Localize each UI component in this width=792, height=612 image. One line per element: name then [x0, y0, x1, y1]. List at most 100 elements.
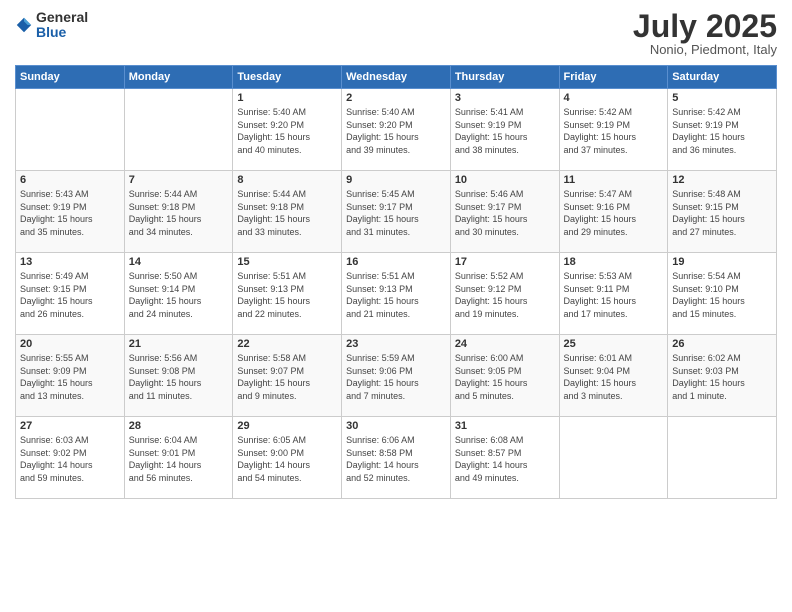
day-info: Sunrise: 6:05 AM Sunset: 9:00 PM Dayligh… — [237, 434, 337, 484]
day-info: Sunrise: 5:45 AM Sunset: 9:17 PM Dayligh… — [346, 188, 446, 238]
week-row-5: 27Sunrise: 6:03 AM Sunset: 9:02 PM Dayli… — [16, 417, 777, 499]
header-row: SundayMondayTuesdayWednesdayThursdayFrid… — [16, 66, 777, 89]
day-info: Sunrise: 6:02 AM Sunset: 9:03 PM Dayligh… — [672, 352, 772, 402]
day-number: 8 — [237, 174, 337, 186]
calendar-table: SundayMondayTuesdayWednesdayThursdayFrid… — [15, 65, 777, 499]
calendar-cell: 18 Sunrise: 5:53 AM Sunset: 9:11 PM Dayli… — [559, 253, 668, 335]
day-number: 2 — [346, 92, 446, 104]
day-number: 3 — [455, 92, 555, 104]
calendar-cell: 14 Sunrise: 5:50 AM Sunset: 9:14 PM Dayli… — [124, 253, 233, 335]
calendar-cell: 29 Sunrise: 6:05 AM Sunset: 9:00 PM Dayli… — [233, 417, 342, 499]
day-number: 13 — [20, 256, 120, 268]
calendar-cell: 10 Sunrise: 5:46 AM Sunset: 9:17 PM Dayli… — [450, 171, 559, 253]
calendar-cell: 3 Sunrise: 5:41 AM Sunset: 9:19 PM Daylig… — [450, 89, 559, 171]
calendar-cell: 15Sunrise: 5:51 AM Sunset: 9:13 PM Dayli… — [233, 253, 342, 335]
day-info: Sunrise: 5:55 AM Sunset: 9:09 PM Dayligh… — [20, 352, 120, 402]
day-number: 11 — [564, 174, 664, 186]
day-number: 5 — [672, 92, 772, 104]
calendar-cell — [124, 89, 233, 171]
week-row-4: 20 Sunrise: 5:55 AM Sunset: 9:09 PM Dayli… — [16, 335, 777, 417]
day-info: Sunrise: 6:00 AM Sunset: 9:05 PM Dayligh… — [455, 352, 555, 402]
calendar-cell: 31 Sunrise: 6:08 AM Sunset: 8:57 PM Dayli… — [450, 417, 559, 499]
day-number: 4 — [564, 92, 664, 104]
logo-icon — [15, 16, 33, 34]
day-info: Sunrise: 5:46 AM Sunset: 9:17 PM Dayligh… — [455, 188, 555, 238]
day-info: Sunrise: 5:49 AM Sunset: 9:15 PM Dayligh… — [20, 270, 120, 320]
day-number: 20 — [20, 338, 120, 350]
day-number: 26 — [672, 338, 772, 350]
calendar-cell: 19 Sunrise: 5:54 AM Sunset: 9:10 PM Dayli… — [668, 253, 777, 335]
day-number: 28 — [129, 420, 229, 432]
day-info: Sunrise: 5:44 AM Sunset: 9:18 PM Dayligh… — [237, 188, 337, 238]
day-number: 25 — [564, 338, 664, 350]
logo-blue: Blue — [36, 25, 88, 40]
day-info: Sunrise: 6:06 AM Sunset: 8:58 PM Dayligh… — [346, 434, 446, 484]
day-header-wednesday: Wednesday — [342, 66, 451, 89]
day-info: Sunrise: 6:08 AM Sunset: 8:57 PM Dayligh… — [455, 434, 555, 484]
day-number: 1 — [237, 92, 337, 104]
day-number: 10 — [455, 174, 555, 186]
day-number: 29 — [237, 420, 337, 432]
day-number: 14 — [129, 256, 229, 268]
day-info: Sunrise: 5:56 AM Sunset: 9:08 PM Dayligh… — [129, 352, 229, 402]
day-header-monday: Monday — [124, 66, 233, 89]
logo-general: General — [36, 10, 88, 25]
week-row-3: 13 Sunrise: 5:49 AM Sunset: 9:15 PM Dayli… — [16, 253, 777, 335]
calendar-cell: 1 Sunrise: 5:40 AM Sunset: 9:20 PM Daylig… — [233, 89, 342, 171]
day-header-friday: Friday — [559, 66, 668, 89]
day-number: 16 — [346, 256, 446, 268]
day-info: Sunrise: 5:43 AM Sunset: 9:19 PM Dayligh… — [20, 188, 120, 238]
day-info: Sunrise: 5:44 AM Sunset: 9:18 PM Dayligh… — [129, 188, 229, 238]
calendar-cell: 21 Sunrise: 5:56 AM Sunset: 9:08 PM Dayli… — [124, 335, 233, 417]
day-header-thursday: Thursday — [450, 66, 559, 89]
calendar-cell: 30Sunrise: 6:06 AM Sunset: 8:58 PM Dayli… — [342, 417, 451, 499]
calendar-cell: 28 Sunrise: 6:04 AM Sunset: 9:01 PM Dayli… — [124, 417, 233, 499]
calendar-cell: 8 Sunrise: 5:44 AM Sunset: 9:18 PM Daylig… — [233, 171, 342, 253]
day-info: Sunrise: 5:48 AM Sunset: 9:15 PM Dayligh… — [672, 188, 772, 238]
logo: General Blue — [15, 10, 88, 41]
day-header-sunday: Sunday — [16, 66, 125, 89]
logo-text: General Blue — [36, 10, 88, 41]
calendar-cell: 2Sunrise: 5:40 AM Sunset: 9:20 PM Daylig… — [342, 89, 451, 171]
calendar-cell: 5 Sunrise: 5:42 AM Sunset: 9:19 PM Daylig… — [668, 89, 777, 171]
calendar-cell — [668, 417, 777, 499]
week-row-2: 6 Sunrise: 5:43 AM Sunset: 9:19 PM Daylig… — [16, 171, 777, 253]
day-number: 19 — [672, 256, 772, 268]
calendar-cell: 20 Sunrise: 5:55 AM Sunset: 9:09 PM Dayli… — [16, 335, 125, 417]
calendar-cell: 11Sunrise: 5:47 AM Sunset: 9:16 PM Dayli… — [559, 171, 668, 253]
location: Nonio, Piedmont, Italy — [633, 42, 777, 57]
calendar-cell: 9Sunrise: 5:45 AM Sunset: 9:17 PM Daylig… — [342, 171, 451, 253]
title-block: July 2025 Nonio, Piedmont, Italy — [633, 10, 777, 57]
week-row-1: 1 Sunrise: 5:40 AM Sunset: 9:20 PM Daylig… — [16, 89, 777, 171]
day-number: 23 — [346, 338, 446, 350]
day-number: 27 — [20, 420, 120, 432]
day-info: Sunrise: 5:40 AM Sunset: 9:20 PM Dayligh… — [237, 106, 337, 156]
day-info: Sunrise: 5:51 AM Sunset: 9:13 PM Dayligh… — [237, 270, 337, 320]
calendar-cell: 23 Sunrise: 5:59 AM Sunset: 9:06 PM Dayli… — [342, 335, 451, 417]
day-header-tuesday: Tuesday — [233, 66, 342, 89]
calendar-cell: 16 Sunrise: 5:51 AM Sunset: 9:13 PM Dayli… — [342, 253, 451, 335]
calendar-cell: 4Sunrise: 5:42 AM Sunset: 9:19 PM Daylig… — [559, 89, 668, 171]
day-header-saturday: Saturday — [668, 66, 777, 89]
month-title: July 2025 — [633, 10, 777, 42]
day-info: Sunrise: 5:54 AM Sunset: 9:10 PM Dayligh… — [672, 270, 772, 320]
day-info: Sunrise: 5:41 AM Sunset: 9:19 PM Dayligh… — [455, 106, 555, 156]
calendar-cell: 27Sunrise: 6:03 AM Sunset: 9:02 PM Dayli… — [16, 417, 125, 499]
day-number: 12 — [672, 174, 772, 186]
day-info: Sunrise: 5:51 AM Sunset: 9:13 PM Dayligh… — [346, 270, 446, 320]
calendar-cell: 26 Sunrise: 6:02 AM Sunset: 9:03 PM Dayli… — [668, 335, 777, 417]
day-info: Sunrise: 5:59 AM Sunset: 9:06 PM Dayligh… — [346, 352, 446, 402]
calendar-cell — [16, 89, 125, 171]
day-info: Sunrise: 5:53 AM Sunset: 9:11 PM Dayligh… — [564, 270, 664, 320]
day-info: Sunrise: 5:58 AM Sunset: 9:07 PM Dayligh… — [237, 352, 337, 402]
day-number: 6 — [20, 174, 120, 186]
day-info: Sunrise: 5:42 AM Sunset: 9:19 PM Dayligh… — [672, 106, 772, 156]
day-number: 21 — [129, 338, 229, 350]
day-info: Sunrise: 6:04 AM Sunset: 9:01 PM Dayligh… — [129, 434, 229, 484]
day-number: 18 — [564, 256, 664, 268]
day-number: 31 — [455, 420, 555, 432]
calendar-cell: 6 Sunrise: 5:43 AM Sunset: 9:19 PM Daylig… — [16, 171, 125, 253]
day-info: Sunrise: 5:50 AM Sunset: 9:14 PM Dayligh… — [129, 270, 229, 320]
calendar-cell: 13 Sunrise: 5:49 AM Sunset: 9:15 PM Dayli… — [16, 253, 125, 335]
calendar-cell: 24Sunrise: 6:00 AM Sunset: 9:05 PM Dayli… — [450, 335, 559, 417]
